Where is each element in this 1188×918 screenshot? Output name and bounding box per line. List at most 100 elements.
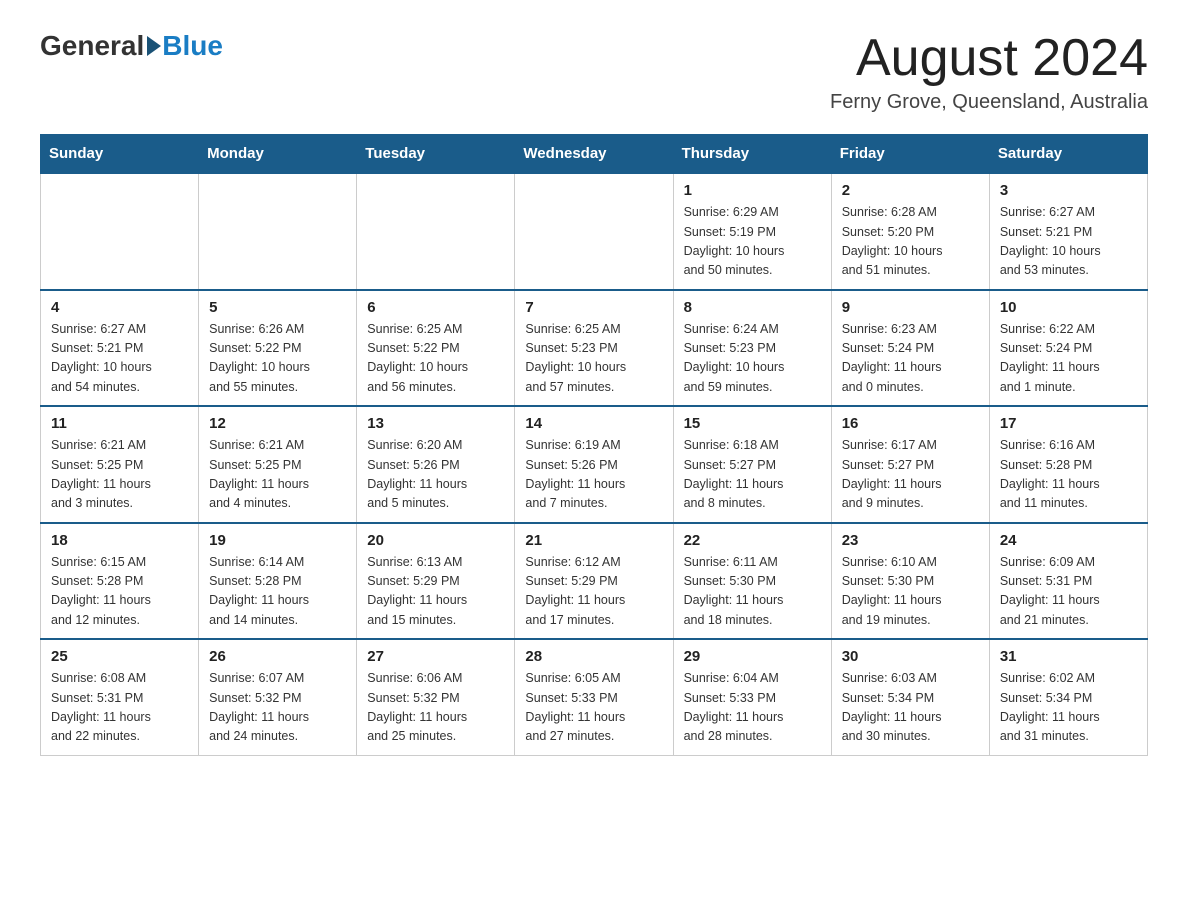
weekday-header-thursday: Thursday [673, 135, 831, 174]
day-info: Sunrise: 6:04 AM Sunset: 5:33 PM Dayligh… [684, 669, 821, 747]
day-info: Sunrise: 6:20 AM Sunset: 5:26 PM Dayligh… [367, 436, 504, 514]
day-info: Sunrise: 6:21 AM Sunset: 5:25 PM Dayligh… [51, 436, 188, 514]
day-info: Sunrise: 6:05 AM Sunset: 5:33 PM Dayligh… [525, 669, 662, 747]
day-info: Sunrise: 6:27 AM Sunset: 5:21 PM Dayligh… [1000, 203, 1137, 281]
day-number: 21 [525, 532, 662, 549]
day-number: 29 [684, 648, 821, 665]
calendar-day-cell: 18Sunrise: 6:15 AM Sunset: 5:28 PM Dayli… [41, 523, 199, 640]
calendar-week-row: 4 Sunrise: 6:27 AM Sunset: 5:21 PM Daylig… [41, 290, 1148, 407]
calendar-day-cell: 25Sunrise: 6:08 AM Sunset: 5:31 PM Dayli… [41, 639, 199, 755]
calendar-day-cell: 21 Sunrise: 6:12 AM Sunset: 5:29 PM Dayli… [515, 523, 673, 640]
day-number: 28 [525, 648, 662, 665]
calendar-week-row: 11 Sunrise: 6:21 AM Sunset: 5:25 PM Dayli… [41, 406, 1148, 523]
calendar-day-cell: 10 Sunrise: 6:22 AM Sunset: 5:24 PM Dayli… [989, 290, 1147, 407]
day-number: 31 [1000, 648, 1137, 665]
day-number: 13 [367, 415, 504, 432]
calendar-day-cell: 15 Sunrise: 6:18 AM Sunset: 5:27 PM Dayli… [673, 406, 831, 523]
calendar-day-cell: 29 Sunrise: 6:04 AM Sunset: 5:33 PM Dayli… [673, 639, 831, 755]
day-number: 22 [684, 532, 821, 549]
calendar-day-cell: 9 Sunrise: 6:23 AM Sunset: 5:24 PM Daylig… [831, 290, 989, 407]
calendar-day-cell: 20Sunrise: 6:13 AM Sunset: 5:29 PM Dayli… [357, 523, 515, 640]
day-info: Sunrise: 6:11 AM Sunset: 5:30 PM Dayligh… [684, 553, 821, 631]
calendar-day-cell: 24Sunrise: 6:09 AM Sunset: 5:31 PM Dayli… [989, 523, 1147, 640]
calendar-day-cell: 19 Sunrise: 6:14 AM Sunset: 5:28 PM Dayli… [199, 523, 357, 640]
day-number: 4 [51, 299, 188, 316]
calendar-body: 1 Sunrise: 6:29 AM Sunset: 5:19 PM Daylig… [41, 173, 1148, 755]
day-number: 2 [842, 182, 979, 199]
day-info: Sunrise: 6:18 AM Sunset: 5:27 PM Dayligh… [684, 436, 821, 514]
title-section: August 2024 Ferny Grove, Queensland, Aus… [830, 30, 1148, 114]
calendar-day-cell: 11 Sunrise: 6:21 AM Sunset: 5:25 PM Dayli… [41, 406, 199, 523]
day-info: Sunrise: 6:15 AM Sunset: 5:28 PM Dayligh… [51, 553, 188, 631]
calendar-day-cell: 7 Sunrise: 6:25 AM Sunset: 5:23 PM Daylig… [515, 290, 673, 407]
calendar-day-cell: 2Sunrise: 6:28 AM Sunset: 5:20 PM Daylig… [831, 173, 989, 290]
calendar-day-cell [357, 173, 515, 290]
calendar-day-cell: 4 Sunrise: 6:27 AM Sunset: 5:21 PM Daylig… [41, 290, 199, 407]
calendar-table: SundayMondayTuesdayWednesdayThursdayFrid… [40, 134, 1148, 756]
calendar-day-cell: 26 Sunrise: 6:07 AM Sunset: 5:32 PM Dayli… [199, 639, 357, 755]
page-header: General Blue August 2024 Ferny Grove, Qu… [40, 30, 1148, 114]
day-info: Sunrise: 6:07 AM Sunset: 5:32 PM Dayligh… [209, 669, 346, 747]
day-info: Sunrise: 6:21 AM Sunset: 5:25 PM Dayligh… [209, 436, 346, 514]
calendar-header-row: SundayMondayTuesdayWednesdayThursdayFrid… [41, 135, 1148, 174]
day-number: 25 [51, 648, 188, 665]
day-info: Sunrise: 6:10 AM Sunset: 5:30 PM Dayligh… [842, 553, 979, 631]
logo-blue-text: Blue [162, 30, 223, 62]
day-number: 5 [209, 299, 346, 316]
day-number: 23 [842, 532, 979, 549]
day-info: Sunrise: 6:23 AM Sunset: 5:24 PM Dayligh… [842, 320, 979, 398]
day-number: 26 [209, 648, 346, 665]
calendar-day-cell: 14Sunrise: 6:19 AM Sunset: 5:26 PM Dayli… [515, 406, 673, 523]
day-number: 12 [209, 415, 346, 432]
calendar-day-cell: 1 Sunrise: 6:29 AM Sunset: 5:19 PM Daylig… [673, 173, 831, 290]
day-number: 6 [367, 299, 504, 316]
day-info: Sunrise: 6:22 AM Sunset: 5:24 PM Dayligh… [1000, 320, 1137, 398]
day-number: 14 [525, 415, 662, 432]
calendar-day-cell: 22 Sunrise: 6:11 AM Sunset: 5:30 PM Dayli… [673, 523, 831, 640]
day-number: 17 [1000, 415, 1137, 432]
logo-arrow-icon [147, 36, 161, 56]
calendar-day-cell: 17Sunrise: 6:16 AM Sunset: 5:28 PM Dayli… [989, 406, 1147, 523]
day-number: 19 [209, 532, 346, 549]
calendar-week-row: 25Sunrise: 6:08 AM Sunset: 5:31 PM Dayli… [41, 639, 1148, 755]
weekday-header-wednesday: Wednesday [515, 135, 673, 174]
day-number: 3 [1000, 182, 1137, 199]
day-number: 16 [842, 415, 979, 432]
day-number: 30 [842, 648, 979, 665]
calendar-day-cell: 5Sunrise: 6:26 AM Sunset: 5:22 PM Daylig… [199, 290, 357, 407]
calendar-week-row: 18Sunrise: 6:15 AM Sunset: 5:28 PM Dayli… [41, 523, 1148, 640]
calendar-day-cell: 12 Sunrise: 6:21 AM Sunset: 5:25 PM Dayli… [199, 406, 357, 523]
weekday-header-tuesday: Tuesday [357, 135, 515, 174]
weekday-header-saturday: Saturday [989, 135, 1147, 174]
location-text: Ferny Grove, Queensland, Australia [830, 91, 1148, 114]
day-info: Sunrise: 6:12 AM Sunset: 5:29 PM Dayligh… [525, 553, 662, 631]
calendar-day-cell: 27Sunrise: 6:06 AM Sunset: 5:32 PM Dayli… [357, 639, 515, 755]
calendar-day-cell: 31 Sunrise: 6:02 AM Sunset: 5:34 PM Dayli… [989, 639, 1147, 755]
day-number: 11 [51, 415, 188, 432]
calendar-day-cell: 23 Sunrise: 6:10 AM Sunset: 5:30 PM Dayli… [831, 523, 989, 640]
calendar-week-row: 1 Sunrise: 6:29 AM Sunset: 5:19 PM Daylig… [41, 173, 1148, 290]
weekday-header-friday: Friday [831, 135, 989, 174]
day-info: Sunrise: 6:27 AM Sunset: 5:21 PM Dayligh… [51, 320, 188, 398]
logo-general-text: General [40, 30, 144, 62]
day-number: 20 [367, 532, 504, 549]
logo: General Blue [40, 30, 223, 62]
day-info: Sunrise: 6:25 AM Sunset: 5:22 PM Dayligh… [367, 320, 504, 398]
day-number: 10 [1000, 299, 1137, 316]
day-info: Sunrise: 6:29 AM Sunset: 5:19 PM Dayligh… [684, 203, 821, 281]
day-number: 15 [684, 415, 821, 432]
day-number: 9 [842, 299, 979, 316]
day-info: Sunrise: 6:25 AM Sunset: 5:23 PM Dayligh… [525, 320, 662, 398]
calendar-day-cell [199, 173, 357, 290]
calendar-day-cell: 28 Sunrise: 6:05 AM Sunset: 5:33 PM Dayli… [515, 639, 673, 755]
day-info: Sunrise: 6:17 AM Sunset: 5:27 PM Dayligh… [842, 436, 979, 514]
day-info: Sunrise: 6:24 AM Sunset: 5:23 PM Dayligh… [684, 320, 821, 398]
day-number: 7 [525, 299, 662, 316]
day-number: 1 [684, 182, 821, 199]
day-info: Sunrise: 6:06 AM Sunset: 5:32 PM Dayligh… [367, 669, 504, 747]
day-info: Sunrise: 6:03 AM Sunset: 5:34 PM Dayligh… [842, 669, 979, 747]
day-info: Sunrise: 6:02 AM Sunset: 5:34 PM Dayligh… [1000, 669, 1137, 747]
calendar-day-cell: 6 Sunrise: 6:25 AM Sunset: 5:22 PM Daylig… [357, 290, 515, 407]
weekday-header-sunday: Sunday [41, 135, 199, 174]
day-info: Sunrise: 6:14 AM Sunset: 5:28 PM Dayligh… [209, 553, 346, 631]
